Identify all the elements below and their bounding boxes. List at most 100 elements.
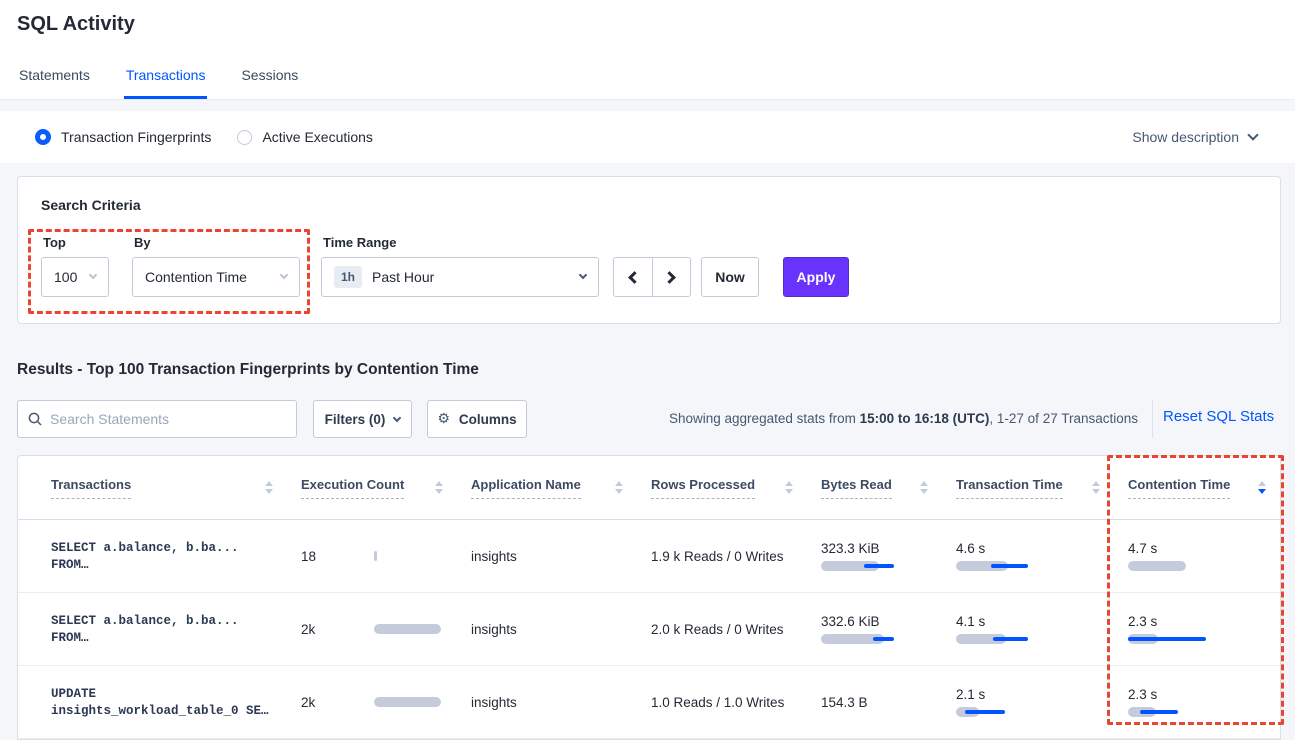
time-range-select[interactable]: 1h Past Hour bbox=[321, 257, 599, 297]
columns-button[interactable]: ⚙ Columns bbox=[427, 400, 527, 438]
transaction-fingerprint-link[interactable]: SELECT a.balance, b.ba...FROM… bbox=[51, 520, 301, 592]
transaction-fingerprint-link[interactable]: SELECT a.balance, b.ba...FROM… bbox=[51, 593, 301, 665]
mean-bar bbox=[374, 551, 377, 561]
sort-up-icon bbox=[1092, 481, 1100, 486]
tab-statements[interactable]: Statements bbox=[17, 57, 92, 99]
chevron-down-icon bbox=[89, 271, 97, 279]
previous-time-button[interactable] bbox=[614, 258, 652, 296]
chevron-right-icon bbox=[664, 271, 677, 284]
sort-up-icon bbox=[265, 481, 273, 486]
rows-processed-cell: 2.0 k Reads / 0 Writes bbox=[651, 593, 821, 665]
radio-active-executions[interactable]: Active Executions bbox=[237, 129, 373, 145]
top-select[interactable]: 100 bbox=[41, 257, 109, 297]
stats-summary: Showing aggregated stats from 15:00 to 1… bbox=[669, 411, 1138, 426]
sort-icon[interactable] bbox=[615, 481, 623, 494]
view-radio-group: Transaction Fingerprints Active Executio… bbox=[35, 129, 373, 145]
by-select[interactable]: Contention Time bbox=[132, 257, 300, 297]
next-time-button[interactable] bbox=[652, 258, 690, 296]
view-toggle-strip: Transaction Fingerprints Active Executio… bbox=[0, 111, 1295, 163]
filters-button[interactable]: Filters (0) bbox=[313, 400, 412, 438]
chevron-down-icon bbox=[280, 271, 288, 279]
now-button[interactable]: Now bbox=[701, 257, 759, 297]
stddev-line bbox=[965, 710, 1005, 714]
table-header: TransactionsExecution CountApplication N… bbox=[18, 456, 1280, 520]
show-description-toggle[interactable]: Show description bbox=[1132, 129, 1257, 145]
radio-transaction-fingerprints[interactable]: Transaction Fingerprints bbox=[35, 129, 211, 145]
metric-bar bbox=[956, 707, 1066, 717]
metric-value: 154.3 B bbox=[821, 695, 956, 710]
reset-sql-stats-link[interactable]: Reset SQL Stats bbox=[1163, 408, 1274, 425]
time-range-label: Time Range bbox=[323, 235, 396, 250]
execution-count-value: 18 bbox=[301, 549, 374, 564]
sort-down-icon bbox=[1092, 489, 1100, 494]
time-step-group bbox=[613, 257, 691, 297]
chevron-left-icon bbox=[628, 271, 641, 284]
execution-count-bar bbox=[374, 697, 449, 707]
column-header-application-name[interactable]: Application Name bbox=[471, 456, 651, 519]
rows-processed-cell: 1.0 Reads / 1.0 Writes bbox=[651, 666, 821, 738]
stats-time-range: 15:00 to 16:18 (UTC) bbox=[860, 411, 990, 426]
metric-value: 332.6 KiB bbox=[821, 614, 956, 629]
metric-bar bbox=[1128, 634, 1238, 644]
execution-count-cell: 2k bbox=[301, 666, 471, 738]
top-select-value: 100 bbox=[54, 269, 77, 285]
chevron-down-icon bbox=[393, 413, 401, 421]
transactions-table: TransactionsExecution CountApplication N… bbox=[17, 455, 1281, 740]
table-body: SELECT a.balance, b.ba...FROM…18insights… bbox=[18, 520, 1280, 739]
column-header-contention-time[interactable]: Contention Time bbox=[1128, 456, 1280, 519]
sort-icon[interactable] bbox=[435, 481, 443, 494]
table-row: SELECT a.balance, b.ba...FROM…18insights… bbox=[18, 520, 1280, 593]
execution-count-cell: 2k bbox=[301, 593, 471, 665]
search-criteria-card: Search Criteria Top By Time Range 100 Co… bbox=[17, 176, 1281, 324]
column-header-transaction-time[interactable]: Transaction Time bbox=[956, 456, 1128, 519]
mean-bar bbox=[374, 697, 441, 707]
search-statements-input[interactable] bbox=[50, 411, 286, 427]
tab-sessions[interactable]: Sessions bbox=[239, 57, 300, 99]
metric-value: 4.7 s bbox=[1128, 541, 1280, 556]
column-header-execution-count[interactable]: Execution Count bbox=[301, 456, 471, 519]
sort-down-icon bbox=[920, 489, 928, 494]
radio-label: Transaction Fingerprints bbox=[61, 129, 211, 145]
stddev-line bbox=[991, 564, 1028, 568]
time-range-badge: 1h bbox=[334, 266, 362, 288]
rows-processed-cell: 1.9 k Reads / 0 Writes bbox=[651, 520, 821, 592]
column-label: Contention Time bbox=[1128, 477, 1230, 499]
sort-down-icon bbox=[265, 489, 273, 494]
top-label: Top bbox=[43, 235, 66, 250]
statement-line1: UPDATE bbox=[51, 687, 301, 701]
tab-transactions[interactable]: Transactions bbox=[124, 57, 208, 99]
metric-bar bbox=[956, 561, 1066, 571]
sort-icon[interactable] bbox=[1092, 481, 1100, 494]
metric-value: 2.3 s bbox=[1128, 687, 1280, 702]
stddev-line bbox=[1140, 710, 1178, 714]
column-header-transactions[interactable]: Transactions bbox=[51, 456, 301, 519]
contention-time-cell: 2.3 s bbox=[1128, 593, 1280, 665]
sort-up-icon bbox=[435, 481, 443, 486]
table-row: UPDATEinsights_workload_table_0 SE…2kins… bbox=[18, 666, 1280, 739]
metric-bar bbox=[821, 634, 931, 644]
sort-icon[interactable] bbox=[920, 481, 928, 494]
sort-icon[interactable] bbox=[1258, 481, 1266, 494]
statement-line2: FROM… bbox=[51, 558, 301, 572]
gear-icon: ⚙ bbox=[437, 411, 450, 427]
stats-prefix: Showing aggregated stats from bbox=[669, 411, 860, 426]
column-header-bytes-read[interactable]: Bytes Read bbox=[821, 456, 956, 519]
by-select-value: Contention Time bbox=[145, 269, 247, 285]
page-header: SQL Activity Statements Transactions Ses… bbox=[0, 0, 1295, 100]
transaction-fingerprint-link[interactable]: UPDATEinsights_workload_table_0 SE… bbox=[51, 666, 301, 738]
sort-up-icon bbox=[920, 481, 928, 486]
search-criteria-title: Search Criteria bbox=[41, 197, 141, 213]
sort-icon[interactable] bbox=[785, 481, 793, 494]
transaction-time-cell: 4.6 s bbox=[956, 520, 1128, 592]
execution-count-bar bbox=[374, 551, 449, 561]
tab-bar: Statements Transactions Sessions bbox=[17, 57, 300, 99]
column-header-rows-processed[interactable]: Rows Processed bbox=[651, 456, 821, 519]
execution-count-cell: 18 bbox=[301, 520, 471, 592]
bytes-read-cell: 332.6 KiB bbox=[821, 593, 956, 665]
sort-up-icon bbox=[615, 481, 623, 486]
apply-button[interactable]: Apply bbox=[783, 257, 849, 297]
metric-bar bbox=[821, 561, 931, 571]
sort-icon[interactable] bbox=[265, 481, 273, 494]
mean-bar bbox=[1128, 561, 1186, 571]
page-title: SQL Activity bbox=[17, 13, 135, 36]
